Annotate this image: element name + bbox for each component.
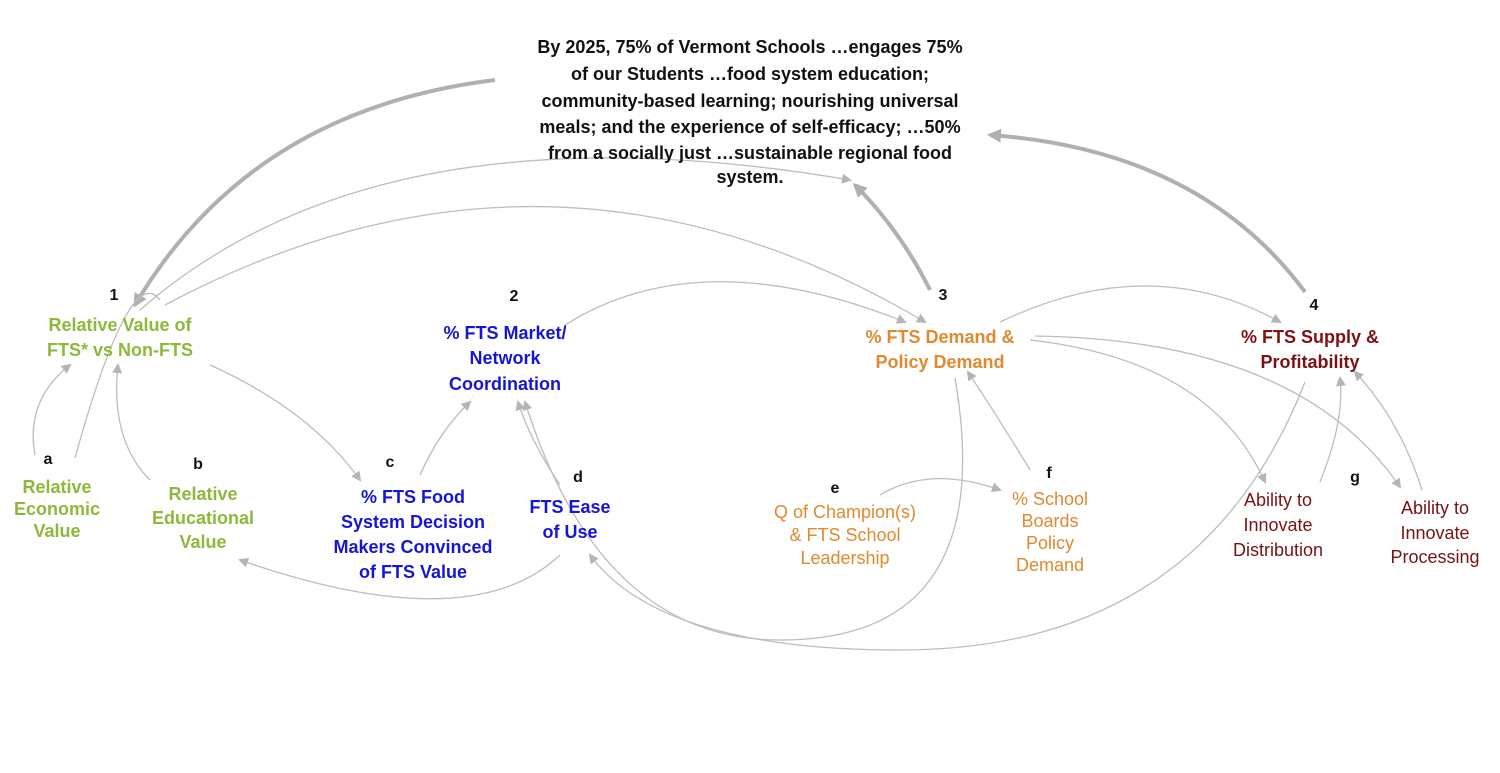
node-line: Processing [1390,547,1480,567]
node-line: Innovate [1400,523,1470,543]
node-line: Innovate [1243,515,1313,535]
node-line: Policy [1025,533,1075,553]
arrow-c-to-2 [419,400,472,476]
node-line: Educational [151,508,255,528]
node-line: Demand [1015,555,1085,575]
node-letter-e: e [830,480,840,497]
arrow-4-to-d [588,381,1306,651]
node-line: Relative [22,477,92,497]
node-letter-c: c [385,454,395,471]
arrow-3-to-goal [852,182,932,291]
node-line: Distribution [1232,540,1324,560]
node-line: % FTS Food [361,487,465,507]
node-line: Boards [1021,511,1079,531]
arrow-4-to-goal [987,128,1307,294]
node-line: of FTS Value [358,562,468,582]
node-line: & FTS School [789,525,901,545]
arrow-f-to-3 [966,370,1031,471]
goal-line: By 2025, 75% of Vermont Schools …engages… [537,37,963,57]
node-line: Policy Demand [875,352,1005,372]
node-number-1: 1 [109,287,119,304]
arrow-3-to-distribution [1029,339,1267,484]
node-line: % FTS Supply & [1240,327,1380,347]
goal-line: system. [716,167,784,187]
node-number-2: 2 [509,288,519,305]
node-letter-d: d [573,469,583,486]
node-line: Relative [168,484,238,504]
arrow-b-to-1 [112,363,151,481]
node-line: Relative Value of [48,315,192,335]
node-letter-b: b [193,456,203,473]
arrow-distribution-to-4 [1319,376,1346,483]
node-letter-f: f [1046,465,1052,482]
node-line: Economic [13,499,101,519]
node-line: Leadership [800,548,890,568]
node-line: Ability to [1400,498,1470,518]
node-line: Makers Convinced [333,537,493,557]
node-line: FTS Ease [529,497,611,517]
node-line: Value [179,532,227,552]
node-line: % FTS Market/ [443,323,567,343]
node-line: % FTS Demand & [865,327,1015,347]
node-line: Network [469,348,541,368]
arrow-1-to-3 [164,205,927,324]
node-line: Ability to [1243,490,1313,510]
node-letter-g: g [1350,469,1360,486]
goal-line: of our Students …food system education; [570,64,930,84]
arrow-3-to-4 [999,285,1282,323]
node-number-3: 3 [938,287,948,304]
causal-links [32,78,1423,651]
node-line: Coordination [449,374,561,394]
arrow-1-to-c [209,364,362,482]
node-line: System Decision [340,512,486,532]
node-line: FTS* vs Non-FTS [46,340,194,360]
node-line: Profitability [1260,352,1360,372]
node-number-4: 4 [1309,297,1319,314]
node-line: Q of Champion(s) [773,502,917,522]
goal-line: community-based learning; nourishing uni… [541,91,959,111]
node-line: % School [1011,489,1089,509]
node-letter-a: a [43,451,53,468]
goal-line: from a socially just …sustainable region… [547,143,953,163]
goal-line: meals; and the experience of self-effica… [539,117,961,137]
arrow-2-to-3 [564,281,907,326]
arrow-a-to-1 [32,363,72,456]
arrow-e-to-f [879,478,1002,496]
node-line: of Use [542,522,598,542]
node-line: Value [33,521,81,541]
